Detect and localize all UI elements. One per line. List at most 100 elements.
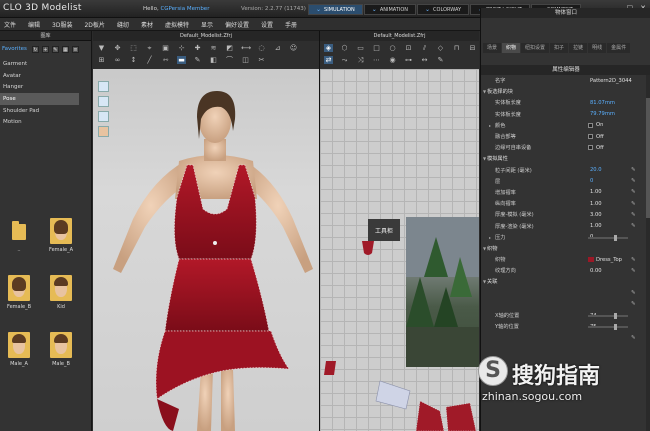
viewport-3d[interactable]: Default_Modelist.Zfrj ▼ ✥ ⬚ ⌖ ▣ ⊹ ✚ ≋ ◩ …	[93, 31, 319, 431]
menu-item-6[interactable]: 虚拟模特	[165, 20, 189, 29]
edit-pencil-icon[interactable]: ✎	[631, 201, 636, 207]
edit-pencil-icon[interactable]: ✎	[631, 223, 636, 229]
library-item-pose[interactable]: Pose	[0, 93, 79, 105]
menu-item-1[interactable]: 编辑	[28, 20, 40, 29]
object-tab-0[interactable]: 场景	[483, 43, 502, 53]
menu-item-2[interactable]: 3D服装	[52, 20, 72, 29]
circle-icon[interactable]: ○	[388, 44, 397, 52]
property-section[interactable]: ▼ 板选择的块	[481, 86, 650, 97]
dart-icon[interactable]: ◇	[436, 44, 445, 52]
cut-icon[interactable]: ✂	[257, 56, 266, 64]
check-sew-icon[interactable]: ⤨	[356, 56, 365, 64]
favorites-label[interactable]: Favorites	[2, 46, 27, 52]
viewport-2d[interactable]: Default_Modelist.Zfrj ◈ ⬡ ▭ □ ○ ⊡ ⫽ ◇ ⊓ …	[320, 31, 479, 431]
mode-tab-simulation[interactable]: ⌄ SIMULATION	[308, 4, 363, 15]
steam-icon[interactable]: ≋	[209, 44, 218, 52]
edit-icon[interactable]: ✎	[51, 45, 59, 53]
transform-icon[interactable]: ◈	[324, 44, 333, 52]
viewport-3d-tab[interactable]: Default_Modelist.Zfrj	[93, 31, 319, 41]
menu-item-0[interactable]: 文件	[4, 20, 16, 29]
free-sew-icon[interactable]: ⤳	[340, 56, 349, 64]
pin-icon[interactable]: ⌖	[145, 44, 154, 52]
property-value[interactable]: Dress_Top	[596, 257, 622, 263]
menu-item-5[interactable]: 素材	[141, 20, 153, 29]
menu-item-4[interactable]: 缝纫	[117, 20, 129, 29]
tape-icon[interactable]: ◌	[257, 44, 266, 52]
edit-pencil-icon[interactable]: ✎	[631, 167, 636, 173]
library-thumb[interactable]: Male_B	[46, 330, 76, 372]
library-item-avatar[interactable]: Avatar	[0, 70, 92, 82]
library-item-motion[interactable]: Motion	[0, 116, 92, 128]
library-thumb[interactable]: Female_B	[4, 273, 34, 315]
edit-pencil-icon[interactable]: ✎	[631, 268, 636, 274]
property-checkbox[interactable]	[588, 145, 593, 151]
library-item-hanger[interactable]: Hanger	[0, 81, 92, 93]
line-icon[interactable]: ╱	[145, 56, 154, 64]
property-value[interactable]: 0	[590, 178, 593, 184]
tack-icon[interactable]: ✚	[193, 44, 202, 52]
expand-arrow-icon[interactable]: ▸	[489, 123, 491, 128]
property-value[interactable]: 1.00	[590, 223, 602, 229]
menu-item-10[interactable]: 手册	[285, 20, 297, 29]
edit-point-icon[interactable]: ⬡	[340, 44, 349, 52]
edit-pencil-icon[interactable]: ✎	[631, 257, 636, 263]
fabric-swatch[interactable]	[588, 257, 594, 262]
move-icon[interactable]: ✥	[113, 44, 122, 52]
library-thumb[interactable]: Kid	[46, 273, 76, 315]
property-value[interactable]: 1.00	[590, 201, 602, 207]
layer-icon[interactable]: ◧	[209, 56, 218, 64]
property-slider[interactable]	[588, 312, 628, 319]
trace-icon[interactable]: ✎	[193, 56, 202, 64]
object-tab-4[interactable]: 拉链	[569, 43, 588, 53]
pattern-pieces[interactable]	[320, 361, 479, 431]
avatar-icon[interactable]: ☺	[289, 44, 298, 52]
edit-pencil-icon[interactable]: ✎	[631, 290, 636, 296]
object-tab-2[interactable]: 纽扣设置	[521, 43, 550, 53]
expand-icon[interactable]: ▼	[483, 279, 486, 284]
pattern-piece-top[interactable]	[360, 241, 390, 261]
property-slider[interactable]	[588, 324, 628, 331]
curve-icon[interactable]: ⌒	[225, 56, 234, 64]
measure-icon[interactable]: ⟷	[241, 44, 251, 52]
polygon-icon[interactable]: ▭	[356, 44, 365, 52]
viewport-2d-tab[interactable]: Default_Modelist.Zfrj	[320, 31, 479, 41]
zipper-icon[interactable]: ⊶	[404, 56, 413, 64]
rect-icon[interactable]: □	[372, 44, 381, 52]
property-value[interactable]: 79.79mm	[590, 111, 615, 117]
expand-icon[interactable]: ▼	[483, 156, 486, 161]
tool-cabinet-popup[interactable]: 工具柜	[368, 219, 400, 241]
ruler-icon[interactable]: ⊿	[273, 44, 282, 52]
select-mesh-icon[interactable]: ⬚	[129, 44, 138, 52]
button-icon[interactable]: ◉	[388, 56, 397, 64]
glasses-icon[interactable]: ∞	[113, 56, 122, 64]
property-section[interactable]: ▼ 模拟属性	[481, 153, 650, 164]
arrange-icon[interactable]: ⊹	[177, 44, 186, 52]
internal-icon[interactable]: ⊡	[404, 44, 413, 52]
property-scroll-thumb[interactable]	[646, 98, 650, 218]
fit-icon[interactable]: ▬	[177, 56, 186, 64]
property-slider[interactable]	[588, 234, 628, 241]
box-pin-icon[interactable]: ▣	[161, 44, 170, 52]
expand-icon[interactable]: ▼	[483, 89, 486, 94]
grid-icon[interactable]: ⊞	[97, 56, 106, 64]
library-thumb[interactable]: Female_A	[46, 216, 76, 258]
edit-pencil-icon[interactable]: ✎	[631, 335, 636, 341]
library-item-shoulder-pad[interactable]: Shoulder Pad	[0, 105, 92, 117]
edit-pencil-icon[interactable]: ✎	[631, 212, 636, 218]
object-tab-1[interactable]: 织物	[502, 43, 521, 53]
view-icon[interactable]: ▦	[61, 45, 69, 53]
expand-icon[interactable]: ▼	[483, 246, 486, 251]
property-value[interactable]: On	[596, 122, 603, 128]
edit-pencil-icon[interactable]: ✎	[631, 301, 636, 307]
property-value[interactable]: 81.07mm	[590, 100, 615, 106]
pin-point[interactable]	[213, 241, 217, 245]
property-value[interactable]: 0.00	[590, 268, 602, 274]
property-value[interactable]: Off	[596, 134, 604, 140]
edit-pencil-icon[interactable]: ✎	[631, 189, 636, 195]
fold-2d-icon[interactable]: ⊟	[468, 44, 477, 52]
library-item-garment[interactable]: Garment	[0, 58, 92, 70]
mode-tab-colorway[interactable]: ⌄ COLORWAY	[417, 4, 470, 15]
property-value[interactable]: 20.0	[590, 167, 602, 173]
object-tab-3[interactable]: 扣子	[550, 43, 569, 53]
library-thumb[interactable]: ..	[4, 216, 34, 258]
